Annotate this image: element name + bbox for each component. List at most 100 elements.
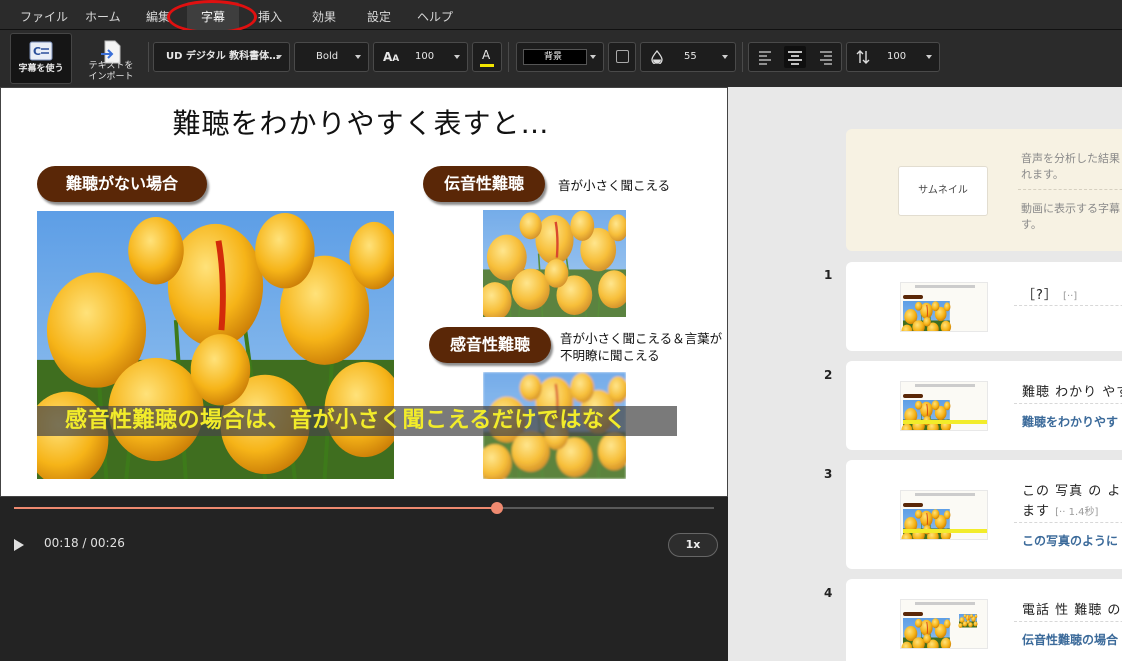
chevron-down-icon <box>454 55 460 59</box>
row-divider <box>1014 522 1122 523</box>
color-swatch-icon <box>616 50 629 63</box>
import-text-label: テキストを インポート <box>80 61 142 83</box>
row-subtitle-text[interactable]: 難聴をわかりやす <box>1022 413 1118 430</box>
use-subtitles-button[interactable]: C 字幕を使う <box>10 33 72 84</box>
pill-sensorineural: 感音性難聴 <box>429 327 551 363</box>
line-spacing-icon <box>856 49 870 68</box>
chevron-down-icon <box>722 55 728 59</box>
menu-subtitles[interactable]: 字幕 <box>201 0 225 30</box>
text-color-button[interactable]: A <box>472 42 502 72</box>
align-center-icon[interactable] <box>784 46 806 68</box>
playback-time: 00:18 / 00:26 <box>44 536 125 550</box>
row-duration: [··] <box>1063 291 1078 302</box>
slide-preview[interactable]: 難聴をわかりやすく表すと… 難聴がない場合 伝音性難聴 音が小さく聞こえる 感音… <box>0 87 728 497</box>
play-icon[interactable] <box>14 539 24 551</box>
subtitle-text: 感音性難聴の場合は、音が小さく聞こえるだけではなく <box>65 408 627 433</box>
background-value: 背景 <box>544 52 563 62</box>
opacity-drop-icon <box>651 49 663 67</box>
timeline-scrubber[interactable] <box>491 502 503 514</box>
row-duration: [·· 1.4秒] <box>1055 507 1099 518</box>
info-line-2: れます。 <box>1021 168 1064 181</box>
menu-help[interactable]: ヘルプ <box>417 0 453 30</box>
menu-insert[interactable]: 挿入 <box>258 0 282 30</box>
info-line-4: す。 <box>1021 218 1042 231</box>
subtitle-row-4[interactable]: 電話 性 難聴 の 伝音性難聴の場合 <box>846 579 1122 661</box>
opacity-select[interactable]: 55 <box>640 42 736 72</box>
menu-home[interactable]: ホーム <box>85 0 121 30</box>
color-swatch-button[interactable] <box>608 42 636 72</box>
row-divider <box>1014 305 1122 306</box>
info-line-1: 音声を分析した結果 <box>1021 152 1120 165</box>
row-thumbnail <box>900 282 988 332</box>
row-number: 4 <box>824 586 833 600</box>
pill-no-hearing-loss: 難聴がない場合 <box>37 166 207 202</box>
chevron-down-icon <box>590 55 596 59</box>
font-size-select[interactable]: AA 100 <box>373 42 468 72</box>
text-color-swatch <box>480 64 494 67</box>
subtitle-list-panel: サムネイル 音声を分析した結果 れます。 動画に表示する字幕 す。 1 ［?］ … <box>728 87 1122 661</box>
thumbnail-button[interactable]: サムネイル <box>898 166 988 216</box>
chevron-down-icon <box>355 55 361 59</box>
subtitle-row-3[interactable]: この 写真 の よう ます [·· 1.4秒] この写真のように <box>846 460 1122 569</box>
toolbar-divider <box>148 42 149 72</box>
row-recognized-text: ［?］ [··] <box>1022 284 1077 303</box>
line-spacing-select[interactable]: 100 <box>846 42 940 72</box>
subtitle-doc-icon: C <box>29 41 53 64</box>
row-number: 2 <box>824 368 833 382</box>
align-left-icon[interactable] <box>755 47 775 67</box>
import-text-label-line2: インポート <box>88 72 134 82</box>
background-select[interactable]: 背景 <box>516 42 604 72</box>
import-text-button[interactable]: テキストを インポート <box>80 33 142 84</box>
row-thumbnail <box>900 490 988 540</box>
pill-conductive: 伝音性難聴 <box>423 166 545 202</box>
font-value: UD デジタル 教科書体… <box>166 51 280 62</box>
menu-settings[interactable]: 設定 <box>367 0 391 30</box>
sensorineural-description-line1: 音が小さく聞こえる＆言葉が <box>560 331 723 346</box>
font-select[interactable]: UD デジタル 教科書体… <box>153 42 290 72</box>
toolbar: C 字幕を使う テキストを インポート UD デジタル 教科書体… Bold AA… <box>0 30 1122 87</box>
row-divider <box>1014 403 1122 404</box>
font-weight-select[interactable]: Bold <box>294 42 369 72</box>
row-recognized-text: 電話 性 難聴 の <box>1022 603 1122 618</box>
row-recognized-text-main: ［?］ <box>1022 288 1058 303</box>
menu-file[interactable]: ファイル <box>20 0 68 30</box>
use-subtitles-label: 字幕を使う <box>18 64 64 74</box>
info-divider <box>1018 189 1122 190</box>
row-recognized-text-line2: ます <box>1022 504 1051 519</box>
sensorineural-description: 音が小さく聞こえる＆言葉が 不明瞭に聞こえる <box>560 330 722 364</box>
slide-title: 難聴をわかりやすく表すと… <box>172 107 550 140</box>
align-right-icon[interactable] <box>816 47 836 67</box>
row-number: 3 <box>824 467 833 481</box>
timeline-progress <box>14 507 497 509</box>
chevron-down-icon <box>276 55 282 59</box>
info-line-3: 動画に表示する字幕 <box>1021 202 1120 215</box>
font-size-value: 100 <box>415 51 435 62</box>
row-number: 1 <box>824 268 833 282</box>
row-subtitle-text[interactable]: 伝音性難聴の場合 <box>1022 631 1118 648</box>
row-recognized-text: 難聴 わかり やす <box>1022 385 1122 400</box>
row-subtitle-text[interactable]: この写真のように <box>1022 532 1118 549</box>
menu-bar: ファイル ホーム 編集 字幕 挿入 効果 設定 ヘルプ <box>0 0 1122 34</box>
import-text-label-line1: テキストを <box>88 61 134 71</box>
menu-edit[interactable]: 編集 <box>146 0 170 30</box>
tulip-photo-large <box>37 211 394 479</box>
info-card: サムネイル 音声を分析した結果 れます。 動画に表示する字幕 す。 <box>846 129 1122 251</box>
line-spacing-value: 100 <box>887 51 907 62</box>
row-thumbnail <box>900 381 988 431</box>
row-recognized-text: この 写真 の よう <box>1022 484 1122 499</box>
playback-controls: 00:18 / 00:26 1x <box>0 497 728 661</box>
row-thumbnail <box>900 599 988 649</box>
conductive-description: 音が小さく聞こえる <box>558 178 671 193</box>
timeline-track[interactable] <box>14 502 714 514</box>
subtitle-row-1[interactable]: ［?］ [··] <box>846 262 1122 351</box>
subtitle-overlay[interactable]: 感音性難聴の場合は、音が小さく聞こえるだけではなく <box>37 406 677 436</box>
menu-effects[interactable]: 効果 <box>312 0 336 30</box>
subtitle-row-2[interactable]: 難聴 わかり やす 難聴をわかりやす <box>846 361 1122 450</box>
font-size-icon: AA <box>383 50 400 64</box>
toolbar-divider <box>742 42 743 72</box>
playback-speed-button[interactable]: 1x <box>668 533 718 557</box>
row-divider <box>1014 621 1122 622</box>
row-recognized-text-cont: ます [·· 1.4秒] <box>1022 500 1098 519</box>
sensorineural-description-line2: 不明瞭に聞こえる <box>560 348 660 363</box>
opacity-value: 55 <box>684 51 697 62</box>
